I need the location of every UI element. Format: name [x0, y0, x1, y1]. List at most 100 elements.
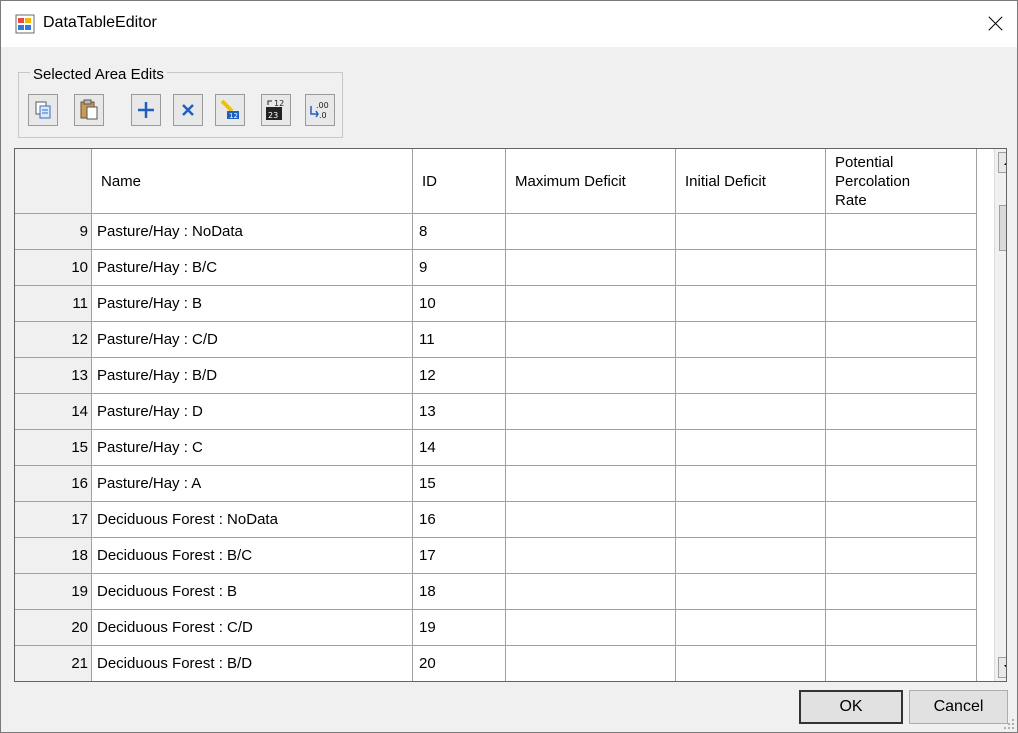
potential-percolation-rate-cell[interactable]	[826, 610, 977, 646]
decimal-button[interactable]: .00 .0	[305, 94, 335, 126]
ok-button[interactable]: OK	[799, 690, 903, 724]
scroll-up-button[interactable]	[998, 152, 1006, 173]
potential-percolation-rate-cell[interactable]	[826, 286, 977, 322]
potential-percolation-rate-cell[interactable]	[826, 322, 977, 358]
row-header[interactable]: 9	[15, 214, 92, 250]
renumber-button[interactable]: 23 12	[261, 94, 291, 126]
data-grid[interactable]: Name ID Maximum Deficit Initial Deficit Pote…	[14, 148, 1007, 682]
id-cell[interactable]: 12	[413, 358, 506, 394]
maximum-deficit-cell[interactable]	[506, 214, 676, 250]
initial-deficit-cell[interactable]	[676, 502, 826, 538]
row-header[interactable]: 19	[15, 574, 92, 610]
row-header[interactable]: 11	[15, 286, 92, 322]
name-cell[interactable]: Pasture/Hay : C/D	[92, 322, 413, 358]
potential-percolation-rate-cell[interactable]	[826, 502, 977, 538]
maximum-deficit-cell[interactable]	[506, 322, 676, 358]
name-cell[interactable]: Pasture/Hay : A	[92, 466, 413, 502]
name-cell[interactable]: Deciduous Forest : B/D	[92, 646, 413, 681]
id-cell[interactable]: 19	[413, 610, 506, 646]
maximum-deficit-column-header[interactable]: Maximum Deficit	[506, 149, 676, 214]
potential-percolation-rate-cell[interactable]	[826, 466, 977, 502]
vertical-scrollbar[interactable]	[994, 149, 1006, 681]
row-header[interactable]: 18	[15, 538, 92, 574]
cancel-button[interactable]: Cancel	[909, 690, 1008, 724]
initial-deficit-cell[interactable]	[676, 538, 826, 574]
initial-deficit-cell[interactable]	[676, 430, 826, 466]
id-cell[interactable]: 16	[413, 502, 506, 538]
id-cell[interactable]: 17	[413, 538, 506, 574]
potential-percolation-rate-cell[interactable]	[826, 646, 977, 681]
id-cell[interactable]: 10	[413, 286, 506, 322]
initial-deficit-cell[interactable]	[676, 322, 826, 358]
row-header[interactable]: 20	[15, 610, 92, 646]
paste-button[interactable]	[74, 94, 104, 126]
potential-percolation-rate-cell[interactable]	[826, 214, 977, 250]
potential-percolation-rate-cell[interactable]	[826, 394, 977, 430]
maximum-deficit-cell[interactable]	[506, 250, 676, 286]
id-cell[interactable]: 13	[413, 394, 506, 430]
maximum-deficit-cell[interactable]	[506, 538, 676, 574]
fill-button[interactable]: 12	[215, 94, 245, 126]
copy-button[interactable]	[28, 94, 58, 126]
maximum-deficit-cell[interactable]	[506, 610, 676, 646]
scroll-thumb[interactable]	[999, 205, 1006, 251]
name-cell[interactable]: Deciduous Forest : NoData	[92, 502, 413, 538]
maximum-deficit-cell[interactable]	[506, 466, 676, 502]
row-header[interactable]: 16	[15, 466, 92, 502]
initial-deficit-cell[interactable]	[676, 646, 826, 681]
maximum-deficit-cell[interactable]	[506, 286, 676, 322]
initial-deficit-cell[interactable]	[676, 250, 826, 286]
row-header[interactable]: 15	[15, 430, 92, 466]
maximum-deficit-cell[interactable]	[506, 358, 676, 394]
maximum-deficit-cell[interactable]	[506, 646, 676, 681]
maximum-deficit-cell[interactable]	[506, 574, 676, 610]
id-cell[interactable]: 15	[413, 466, 506, 502]
initial-deficit-cell[interactable]	[676, 394, 826, 430]
name-column-header[interactable]: Name	[92, 149, 413, 214]
id-cell[interactable]: 14	[413, 430, 506, 466]
potential-percolation-rate-column-header[interactable]: Potential Percolation Rate	[826, 149, 977, 214]
name-cell[interactable]: Pasture/Hay : C	[92, 430, 413, 466]
name-cell[interactable]: Pasture/Hay : NoData	[92, 214, 413, 250]
name-cell[interactable]: Pasture/Hay : D	[92, 394, 413, 430]
initial-deficit-cell[interactable]	[676, 574, 826, 610]
initial-deficit-cell[interactable]	[676, 214, 826, 250]
potential-percolation-rate-cell[interactable]	[826, 538, 977, 574]
id-column-header[interactable]: ID	[413, 149, 506, 214]
name-cell[interactable]: Deciduous Forest : C/D	[92, 610, 413, 646]
potential-percolation-rate-cell[interactable]	[826, 358, 977, 394]
potential-percolation-rate-cell[interactable]	[826, 430, 977, 466]
row-header[interactable]: 14	[15, 394, 92, 430]
maximum-deficit-cell[interactable]	[506, 430, 676, 466]
name-cell[interactable]: Deciduous Forest : B/C	[92, 538, 413, 574]
row-header[interactable]: 17	[15, 502, 92, 538]
initial-deficit-cell[interactable]	[676, 286, 826, 322]
maximum-deficit-cell[interactable]	[506, 502, 676, 538]
initial-deficit-cell[interactable]	[676, 358, 826, 394]
close-button[interactable]	[971, 1, 1017, 47]
id-cell[interactable]: 20	[413, 646, 506, 681]
potential-percolation-rate-cell[interactable]	[826, 574, 977, 610]
resize-grip-icon[interactable]	[1003, 718, 1015, 730]
initial-deficit-column-header[interactable]: Initial Deficit	[676, 149, 826, 214]
row-header[interactable]: 13	[15, 358, 92, 394]
initial-deficit-cell[interactable]	[676, 466, 826, 502]
delete-button[interactable]	[173, 94, 203, 126]
id-cell[interactable]: 8	[413, 214, 506, 250]
grid-corner[interactable]	[15, 149, 92, 214]
name-cell[interactable]: Pasture/Hay : B/C	[92, 250, 413, 286]
id-cell[interactable]: 18	[413, 574, 506, 610]
name-cell[interactable]: Deciduous Forest : B	[92, 574, 413, 610]
row-header[interactable]: 21	[15, 646, 92, 681]
maximum-deficit-cell[interactable]	[506, 394, 676, 430]
add-button[interactable]	[131, 94, 161, 126]
row-header[interactable]: 12	[15, 322, 92, 358]
row-header[interactable]: 10	[15, 250, 92, 286]
name-cell[interactable]: Pasture/Hay : B/D	[92, 358, 413, 394]
name-cell[interactable]: Pasture/Hay : B	[92, 286, 413, 322]
initial-deficit-cell[interactable]	[676, 610, 826, 646]
scroll-down-button[interactable]	[998, 657, 1006, 678]
potential-percolation-rate-cell[interactable]	[826, 250, 977, 286]
id-cell[interactable]: 9	[413, 250, 506, 286]
id-cell[interactable]: 11	[413, 322, 506, 358]
